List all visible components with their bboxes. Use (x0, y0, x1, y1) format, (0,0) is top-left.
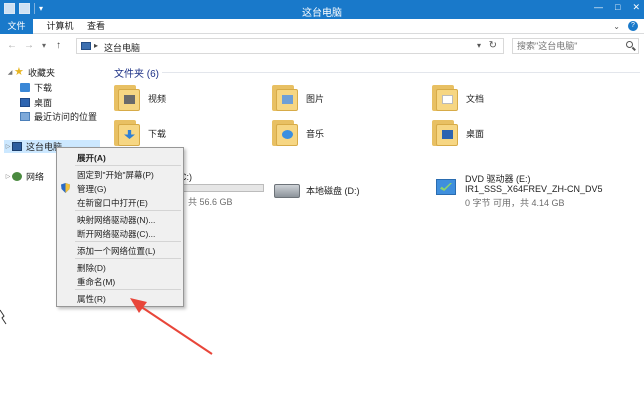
annotation-layer (0, 298, 213, 355)
annotation-arrow-shaft (139, 305, 213, 355)
annotation-arrow-head-icon (130, 298, 147, 313)
cursor-icon (0, 309, 7, 325)
